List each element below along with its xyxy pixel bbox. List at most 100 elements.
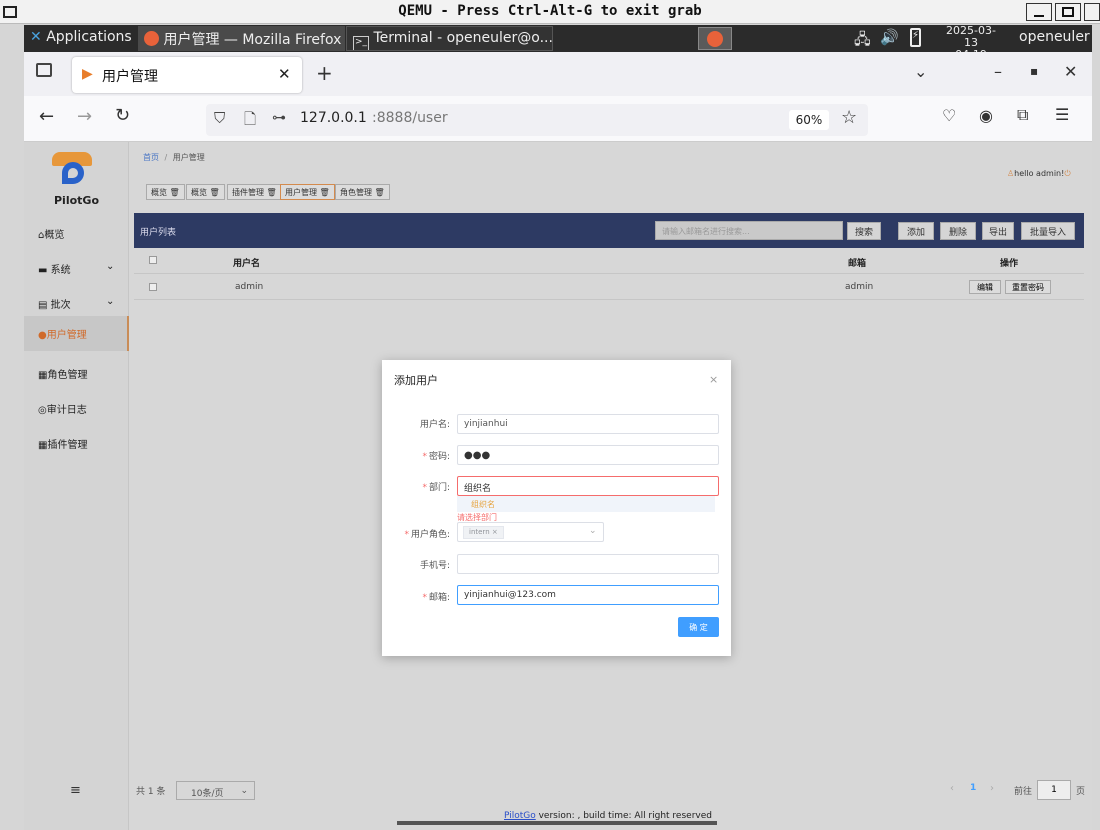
user-menu[interactable]: openeuler: [1019, 29, 1090, 45]
back-icon[interactable]: ←: [39, 106, 54, 127]
select-all-checkbox[interactable]: [149, 256, 157, 264]
cell-email: admin: [845, 282, 874, 292]
sidebar-item-users[interactable]: ●用户管理: [24, 316, 129, 351]
extensions-icon[interactable]: ⧉: [1017, 105, 1028, 125]
tag-overview-1[interactable]: 概览 🗑: [146, 184, 185, 200]
role-select[interactable]: intern × ⌄: [457, 522, 604, 542]
sidebar-item-overview[interactable]: ⌂概览: [24, 216, 129, 251]
goto-unit: 页: [1076, 787, 1086, 797]
dept-select[interactable]: 组织名: [457, 476, 719, 496]
volume-icon[interactable]: 🔊: [880, 28, 899, 46]
export-button[interactable]: 导出: [982, 222, 1014, 240]
password-input[interactable]: ●●●: [457, 445, 719, 465]
page-number[interactable]: 1: [970, 783, 976, 793]
key-icon[interactable]: ⊶: [272, 110, 286, 126]
eye-icon: ◎: [38, 405, 47, 416]
prev-page-icon[interactable]: ‹: [950, 783, 954, 794]
account-icon[interactable]: ◉: [979, 106, 993, 125]
battery-icon[interactable]: ⚡: [910, 28, 921, 47]
applications-menu[interactable]: ✕ Applications: [24, 26, 136, 51]
batch-import-button[interactable]: 批量导入: [1021, 222, 1075, 240]
delete-tag-icon[interactable]: 🗑: [210, 188, 220, 197]
pocket-icon[interactable]: ♡: [942, 106, 956, 125]
sidebar-item-audit[interactable]: ◎审计日志: [24, 391, 129, 426]
network-icon[interactable]: 🖧: [854, 29, 871, 54]
goto-label: 前往: [1014, 787, 1033, 797]
search-input[interactable]: 请输入邮箱名进行搜索...: [655, 221, 843, 240]
taskbar-firefox[interactable]: 用户管理 — Mozilla Firefox: [138, 26, 345, 51]
dept-dropdown-option[interactable]: 组织名: [457, 496, 715, 512]
chevron-down-icon: ⌄: [106, 296, 115, 307]
edit-button[interactable]: 编辑: [969, 280, 1001, 294]
password-label: * 密码:: [422, 452, 450, 462]
pagination-total: 共 1 条: [136, 787, 166, 797]
email-input[interactable]: yinjianhui@123.com: [457, 585, 719, 605]
chevron-down-icon[interactable]: ⌄: [914, 62, 927, 81]
horizontal-scrollbar[interactable]: [397, 821, 717, 825]
sidebar-item-system[interactable]: ▬ 系统 ⌄: [24, 251, 129, 286]
confirm-button[interactable]: 确 定: [678, 617, 719, 637]
delete-tag-icon[interactable]: 🗑: [267, 188, 277, 197]
delete-tag-icon[interactable]: 🗑: [375, 188, 385, 197]
tag-roles[interactable]: 角色管理 🗑: [335, 184, 390, 200]
phone-input[interactable]: [457, 554, 719, 574]
taskbar-terminal[interactable]: >_ Terminal - openeuler@o...: [346, 26, 553, 51]
tag-plugins[interactable]: 插件管理 🗑: [227, 184, 282, 200]
tab-user-management[interactable]: ▶ 用户管理 ✕: [72, 57, 302, 93]
reload-icon[interactable]: ↻: [115, 105, 130, 126]
column-email: 邮箱: [848, 259, 867, 269]
user-icon: ●: [38, 330, 47, 341]
delete-button[interactable]: 删除: [940, 222, 976, 240]
tag-users[interactable]: 用户管理 🗑: [280, 184, 335, 200]
window-minimize-icon[interactable]: –: [994, 62, 1002, 81]
sidebar-item-roles[interactable]: ▦角色管理: [24, 356, 129, 391]
remove-tag-icon[interactable]: ×: [492, 528, 498, 536]
maximize-button[interactable]: [1055, 3, 1081, 21]
sidebar-item-plugins[interactable]: ▦插件管理: [24, 426, 129, 461]
window-restore-icon[interactable]: ▪: [1030, 64, 1038, 78]
zoom-indicator[interactable]: 60%: [789, 110, 829, 130]
browser-navbar: ← → ↻ ⛉ 🗋 ⊶ 127.0.0.1 :8888/user 60% ☆ ♡…: [24, 96, 1092, 142]
row-checkbox[interactable]: [149, 283, 157, 291]
browser-tabstrip: ▶ 用户管理 ✕ + ⌄ – ▪ ✕: [24, 52, 1092, 96]
address-bar[interactable]: ⛉ 🗋 ⊶ 127.0.0.1 :8888/user 60% ☆: [206, 104, 868, 136]
delete-tag-icon[interactable]: 🗑: [320, 188, 330, 197]
bookmark-star-icon[interactable]: ☆: [841, 107, 857, 128]
pilotgo-favicon: ▶: [82, 66, 93, 82]
column-username: 用户名: [233, 259, 261, 269]
minimize-button[interactable]: [1026, 3, 1052, 21]
collapse-menu-icon[interactable]: ≡: [70, 783, 81, 798]
page-size-select[interactable]: 10条/页 ⌄: [176, 781, 255, 800]
new-tab-icon[interactable]: +: [316, 61, 333, 85]
close-window-button[interactable]: [1084, 3, 1100, 21]
menu-icon[interactable]: ☰: [1055, 105, 1069, 124]
tag-overview-2[interactable]: 概览 🗑: [186, 184, 225, 200]
close-dialog-icon[interactable]: ×: [709, 373, 718, 386]
search-button[interactable]: 搜索: [847, 222, 881, 240]
shield-icon[interactable]: ⛉: [214, 109, 225, 127]
page-icon[interactable]: 🗋: [244, 109, 256, 134]
taskbar: ✕ Applications 用户管理 — Mozilla Firefox >_…: [24, 25, 1092, 61]
greeting: ♙hello admin!⏻: [1007, 169, 1071, 178]
forward-icon[interactable]: →: [77, 106, 92, 127]
goto-page-input[interactable]: 1: [1037, 780, 1071, 800]
window-close-icon[interactable]: ✕: [1064, 62, 1077, 81]
url-path: :8888/user: [372, 110, 448, 126]
url-host: 127.0.0.1: [300, 110, 367, 126]
add-user-button[interactable]: 添加: [898, 222, 934, 240]
guest-screen: ✕ Applications 用户管理 — Mozilla Firefox >_…: [24, 25, 1092, 830]
monitor-icon: ▬: [38, 265, 48, 276]
chevron-down-icon: ⌄: [589, 526, 597, 536]
firefox-view-icon[interactable]: [36, 63, 52, 77]
reset-password-button[interactable]: 重置密码: [1005, 280, 1051, 294]
user-list-header: 用户列表 请输入邮箱名进行搜索... 搜索 添加 删除 导出 批量导入: [134, 213, 1084, 248]
chevron-down-icon: ⌄: [240, 786, 248, 796]
delete-tag-icon[interactable]: 🗑: [170, 188, 180, 197]
breadcrumb: 首页 / 用户管理: [143, 153, 205, 162]
logout-icon[interactable]: ⏻: [1064, 169, 1070, 178]
next-page-icon[interactable]: ›: [990, 783, 994, 794]
workspace-firefox-icon[interactable]: [698, 27, 732, 50]
username-input[interactable]: yinjianhui: [457, 414, 719, 434]
footer-brand-link[interactable]: PilotGo: [504, 811, 536, 821]
close-tab-icon[interactable]: ✕: [278, 65, 291, 83]
